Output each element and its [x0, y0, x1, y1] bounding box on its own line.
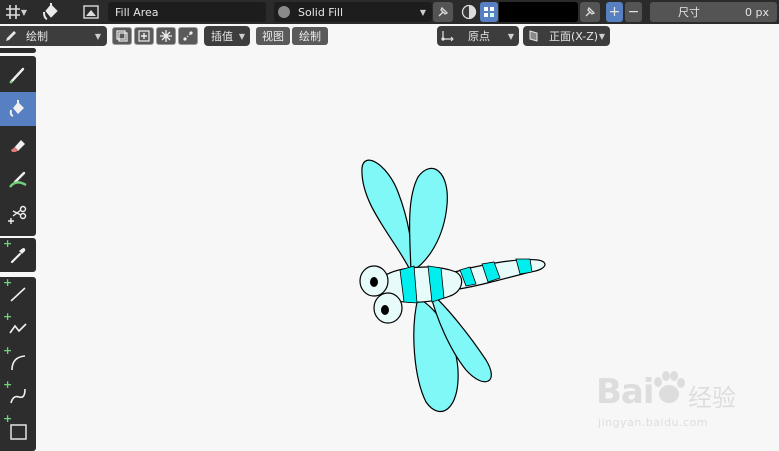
pencil-icon — [6, 31, 16, 41]
pin-icon — [438, 6, 449, 17]
tool-group-primitives: + + + + + — [0, 277, 36, 451]
guides-button[interactable] — [156, 27, 176, 45]
baidu-watermark: Bai 经验 jingyan.baidu.com — [596, 364, 776, 434]
polyline-tool[interactable]: + — [0, 311, 36, 345]
watermark-brand: Bai — [596, 372, 655, 412]
tool-group-drawing — [0, 56, 36, 236]
interpolate-dropdown[interactable]: 插值 ▼ — [204, 26, 250, 46]
tint-brush-icon — [9, 171, 27, 188]
chevron-down-icon: ▼ — [598, 31, 605, 41]
multiframe-icon — [116, 30, 128, 42]
eraser-icon — [11, 140, 25, 152]
curve-tool[interactable]: + — [0, 379, 36, 413]
chevron-down-icon: ▼ — [94, 31, 101, 41]
erase-tool[interactable] — [0, 128, 36, 162]
pencil-icon — [9, 67, 25, 84]
fill-mode-dropdown[interactable]: Solid Fill ▼ — [274, 2, 432, 22]
add-button[interactable]: + — [606, 2, 623, 22]
color-mode-button[interactable] — [459, 3, 479, 21]
plus-icon: + — [3, 237, 13, 250]
tint-tool[interactable] — [0, 163, 36, 197]
material-icon-button[interactable] — [80, 3, 102, 21]
line-tool[interactable]: + — [0, 277, 36, 311]
material-name-field[interactable]: Fill Area — [108, 2, 266, 22]
watermark-cn: 经验 — [688, 384, 736, 412]
remove-button[interactable]: − — [625, 2, 642, 22]
size-label: 尺寸 — [678, 6, 700, 19]
color-mode-icon — [461, 4, 477, 20]
plus-icon: + — [3, 412, 13, 425]
size-field[interactable]: 尺寸 0 px — [650, 2, 777, 22]
material-name-text: Fill Area — [115, 5, 159, 19]
paw-logo-icon — [654, 371, 685, 403]
circle-icon — [278, 6, 290, 18]
draw-menu[interactable]: 绘制 — [292, 27, 328, 45]
origin-text: 原点 — [468, 30, 490, 43]
pin-button[interactable] — [433, 2, 453, 22]
paint-bucket-icon — [9, 100, 24, 117]
asterisk-icon — [160, 30, 172, 42]
draw-tool[interactable] — [0, 58, 36, 92]
draw-menu-text: 绘制 — [299, 30, 321, 43]
editor-type-selector[interactable]: ▼ — [2, 2, 30, 22]
interpolate-text: 插值 — [211, 30, 233, 43]
vertex-color-icon — [484, 7, 494, 17]
fill-mode-text: Solid Fill — [298, 5, 343, 19]
plane-text: 正面(X-Z) — [549, 30, 599, 43]
plane-icon — [529, 30, 538, 42]
dots-icon — [183, 31, 193, 41]
grid-editor-icon — [5, 5, 20, 19]
view-menu[interactable]: 视图 — [256, 27, 290, 45]
eyedropper-tool[interactable]: + — [0, 238, 36, 272]
upper-right-wing — [408, 167, 448, 274]
watermark-url: jingyan.baidu.com — [598, 416, 709, 429]
fill-tool[interactable] — [0, 92, 36, 126]
viewport-header: 绘制 ▼ 插值 ▼ 视图 绘制 原点 ▼ 正面(X-Z) ▼ — [0, 24, 779, 48]
minus-icon: − — [627, 4, 640, 20]
cutter-tool[interactable] — [0, 198, 36, 232]
active-tool-icon[interactable] — [38, 1, 64, 23]
origin-icon — [441, 31, 454, 42]
tool-settings-header: ▼ Fill Area Solid Fill ▼ + − 尺寸 0 px — [0, 0, 779, 24]
upper-left-wing — [361, 159, 413, 275]
material-icon — [83, 5, 99, 19]
vertex-color-toggle[interactable] — [480, 2, 498, 22]
arc-tool[interactable]: + — [0, 345, 36, 379]
view-menu-text: 视图 — [262, 30, 284, 43]
scissors-icon — [8, 205, 27, 224]
dragonfly-tail — [447, 258, 546, 291]
plus-icon: + — [3, 276, 13, 289]
pin-icon — [585, 6, 596, 17]
color-swatch[interactable] — [499, 2, 578, 22]
chevron-down-icon: ▼ — [507, 31, 514, 41]
origin-dropdown[interactable]: 原点 ▼ — [437, 26, 519, 46]
drawing-plane-dropdown[interactable]: 正面(X-Z) ▼ — [523, 26, 610, 46]
plus-icon: + — [3, 310, 13, 323]
chevron-down-icon: ▼ — [419, 7, 426, 17]
mode-dropdown-text: 绘制 — [26, 30, 48, 43]
mode-dropdown[interactable]: 绘制 ▼ — [0, 26, 107, 46]
box-tool[interactable]: + — [0, 413, 36, 447]
plus-icon: + — [3, 344, 13, 357]
multiframe-button[interactable] — [112, 27, 132, 45]
snapping-button[interactable] — [178, 27, 198, 45]
plus-icon: + — [3, 378, 13, 391]
plus-icon: + — [608, 4, 621, 20]
chevron-down-icon: ▼ — [238, 31, 245, 41]
autokey-button[interactable] — [134, 27, 154, 45]
pin-button-2[interactable] — [580, 2, 600, 22]
tool-shelf: + + + + + + — [0, 48, 36, 451]
size-value: 0 px — [745, 5, 769, 19]
paint-bucket-icon — [43, 3, 58, 20]
chevron-down-icon: ▼ — [20, 7, 28, 17]
tool-group-top-stub — [0, 48, 36, 53]
tool-group-sample: + — [0, 238, 36, 272]
keyframe-icon — [138, 30, 150, 42]
